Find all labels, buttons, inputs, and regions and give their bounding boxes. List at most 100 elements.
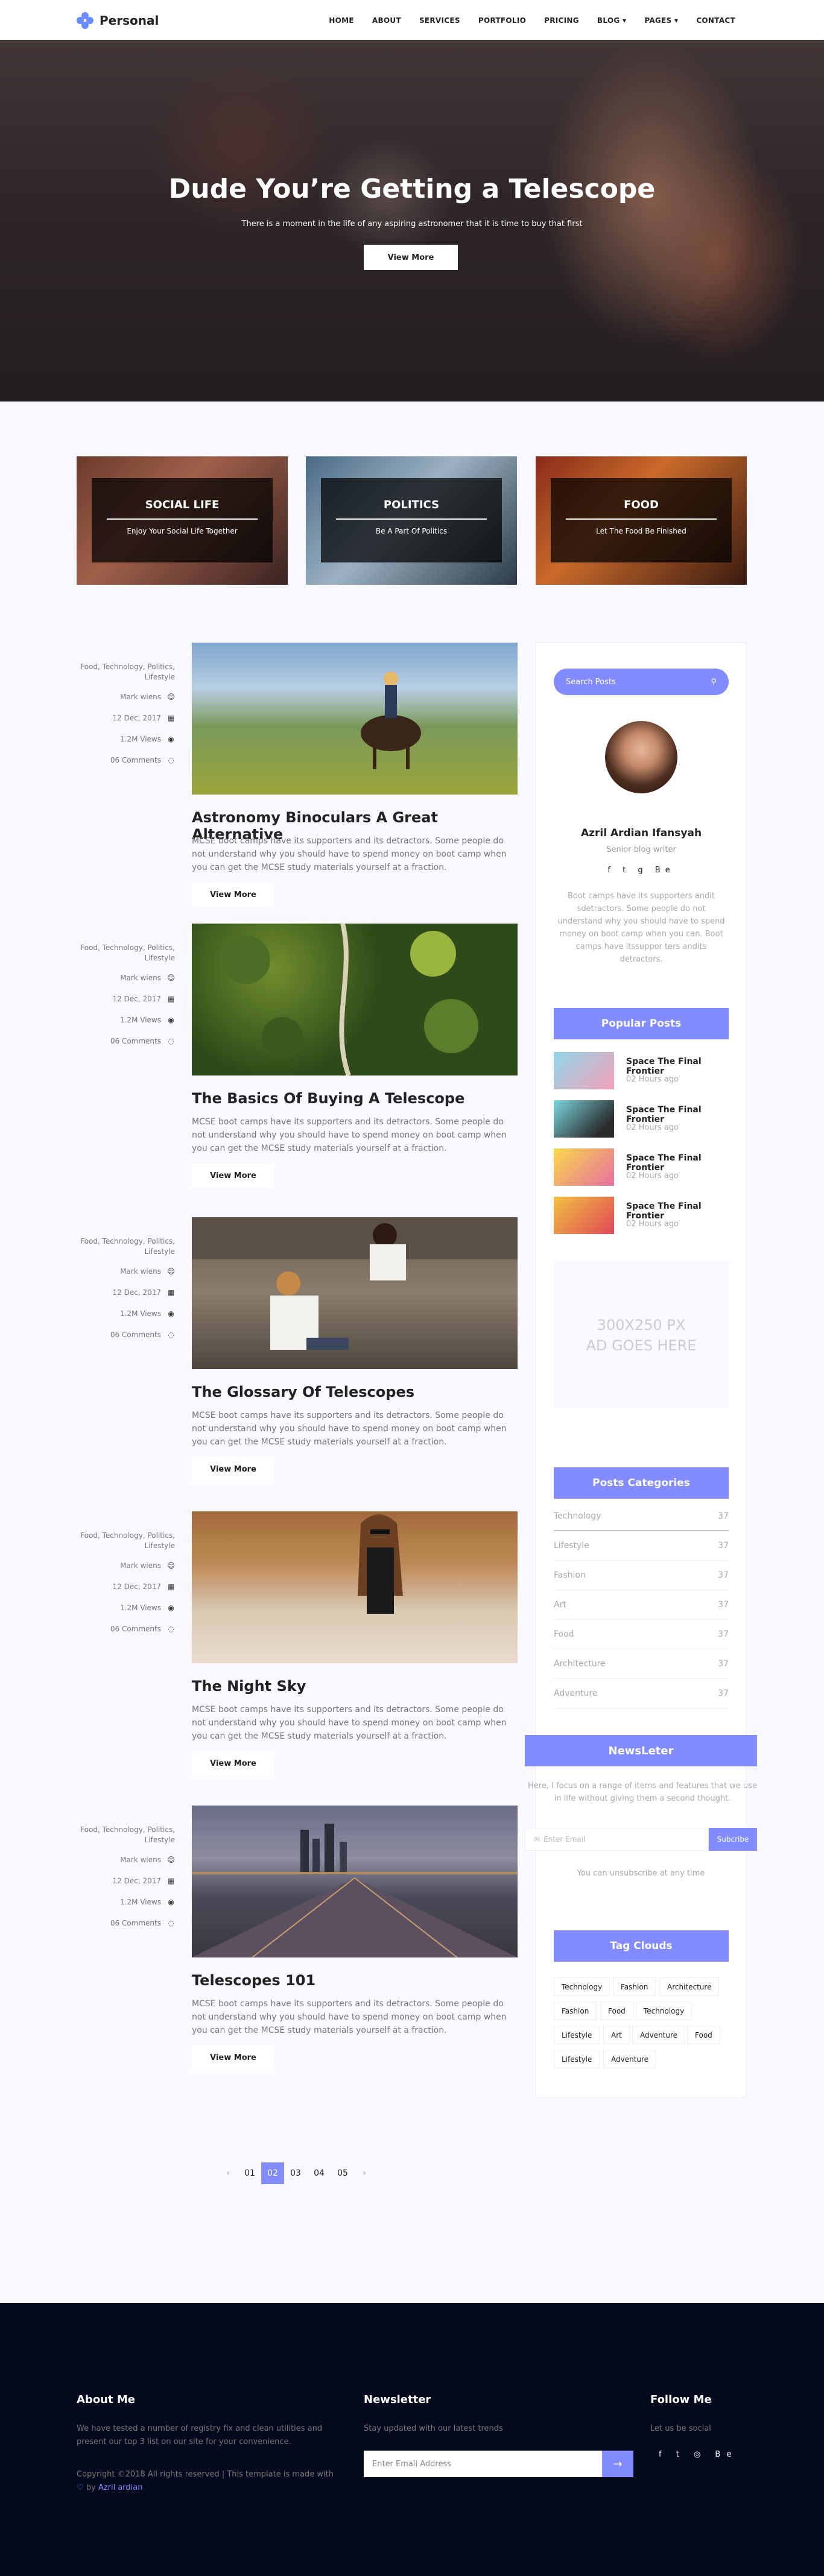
- nav-blog-dropdown[interactable]: BLOG ▾: [597, 16, 626, 25]
- popular-post-item[interactable]: Space The Final Frontier 02 Hours ago: [554, 1197, 729, 1234]
- footer-about-title: About Me: [77, 2393, 135, 2406]
- post-title[interactable]: Telescopes 101: [192, 1972, 315, 1989]
- search-input[interactable]: Search Posts ⚲: [554, 669, 729, 695]
- tag-chip[interactable]: Art: [603, 2026, 630, 2044]
- category-card-social-life[interactable]: SOCIAL LIFE Enjoy Your Social Life Toget…: [77, 456, 288, 585]
- post-author[interactable]: Mark wiens: [120, 1855, 161, 1865]
- category-list-item[interactable]: Architecture 37: [554, 1649, 729, 1679]
- popular-post-item[interactable]: Space The Final Frontier 02 Hours ago: [554, 1052, 729, 1089]
- tag-chip[interactable]: Architecture: [659, 1977, 720, 1996]
- post-image-horse-rider[interactable]: [192, 643, 518, 795]
- post-comments[interactable]: 06 Comments: [110, 1918, 161, 1929]
- pagination-page[interactable]: 05: [332, 2162, 353, 2184]
- pagination-page[interactable]: 04: [309, 2162, 329, 2184]
- category-card-politics[interactable]: POLITICS Be A Part Of Politics: [306, 456, 517, 585]
- post-view-more-button[interactable]: View More: [192, 1457, 274, 1481]
- footer-follow-title: Follow Me: [650, 2393, 712, 2406]
- post-comments[interactable]: 06 Comments: [110, 755, 161, 766]
- post-tags[interactable]: Food, Technology, Politics, Lifestyle: [77, 1531, 175, 1551]
- pagination-next[interactable]: ›: [358, 2162, 370, 2184]
- credit-link[interactable]: Azril ardian: [98, 2483, 143, 2492]
- nav-about[interactable]: ABOUT: [372, 16, 401, 25]
- post-author[interactable]: Mark wiens: [120, 1561, 161, 1571]
- pagination-prev[interactable]: ‹: [222, 2162, 234, 2184]
- popular-post-title[interactable]: Space The Final Frontier: [626, 1201, 729, 1221]
- pagination-page-active[interactable]: 02: [261, 2162, 284, 2184]
- post-tags[interactable]: Food, Technology, Politics, Lifestyle: [77, 1825, 175, 1845]
- category-list-item[interactable]: Food 37: [554, 1620, 729, 1649]
- post-title[interactable]: The Night Sky: [192, 1678, 306, 1695]
- post-author[interactable]: Mark wiens: [120, 1267, 161, 1277]
- tag-chip[interactable]: Lifestyle: [554, 2050, 600, 2068]
- popular-post-title[interactable]: Space The Final Frontier: [626, 1057, 729, 1076]
- category-list-item[interactable]: Art 37: [554, 1590, 729, 1620]
- popular-post-title[interactable]: Space The Final Frontier: [626, 1105, 729, 1124]
- post-view-more-button[interactable]: View More: [192, 1164, 274, 1188]
- tag-chip[interactable]: Technology: [636, 2001, 692, 2020]
- tag-chip[interactable]: Fashion: [554, 2001, 597, 2020]
- post-views: 1.2M Views: [120, 1309, 161, 1318]
- tag-chip[interactable]: Adventure: [632, 2026, 686, 2044]
- post-title[interactable]: The Glossary Of Telescopes: [192, 1384, 414, 1400]
- nav-pages-dropdown[interactable]: PAGES ▾: [644, 16, 678, 25]
- category-divider: [336, 518, 487, 520]
- newsletter-subscribe-button[interactable]: Subcribe: [709, 1828, 757, 1851]
- post-tags[interactable]: Food, Technology, Politics, Lifestyle: [77, 1236, 175, 1257]
- footer-newsletter-text: Stay updated with our latest trends: [364, 2424, 503, 2433]
- pagination-page[interactable]: 01: [239, 2162, 260, 2184]
- category-list-item[interactable]: Lifestyle 37: [554, 1531, 729, 1561]
- tag-chip[interactable]: Fashion: [613, 1977, 656, 1996]
- category-list-item[interactable]: Adventure 37: [554, 1679, 729, 1708]
- popular-post-thumb: [554, 1052, 614, 1089]
- comment-icon: ◌: [168, 756, 174, 764]
- tag-chip[interactable]: Lifestyle: [554, 2026, 600, 2044]
- nav-home[interactable]: HOME: [329, 16, 354, 25]
- post-title[interactable]: The Basics Of Buying A Telescope: [192, 1090, 464, 1107]
- tag-chip[interactable]: Food: [600, 2001, 633, 2020]
- tag-chip[interactable]: Adventure: [603, 2050, 657, 2068]
- calendar-icon: ▦: [167, 714, 175, 722]
- post-tags[interactable]: Food, Technology, Politics, Lifestyle: [77, 662, 175, 682]
- post-image-couple[interactable]: [192, 1217, 518, 1369]
- search-icon[interactable]: ⚲: [711, 678, 717, 687]
- post-image-forest-road[interactable]: [192, 924, 518, 1075]
- author-avatar: [605, 721, 677, 793]
- category-list-item[interactable]: Fashion 37: [554, 1561, 729, 1590]
- post-tags[interactable]: Food, Technology, Politics, Lifestyle: [77, 943, 175, 963]
- category-name: Art: [554, 1600, 566, 1610]
- tag-chip[interactable]: Food: [687, 2026, 720, 2044]
- post-view-more-button[interactable]: View More: [192, 2045, 274, 2070]
- post-image-woman-sunglasses[interactable]: [192, 1511, 518, 1663]
- post-image-city-port[interactable]: [192, 1806, 518, 1957]
- ad-placeholder[interactable]: 300X250 PX AD GOES HERE: [554, 1261, 729, 1408]
- site-logo[interactable]: Personal: [77, 12, 159, 29]
- post-author[interactable]: Mark wiens: [120, 692, 161, 702]
- popular-post-item[interactable]: Space The Final Frontier 02 Hours ago: [554, 1100, 729, 1138]
- footer-newsletter-title: Newsletter: [364, 2393, 431, 2406]
- hero-view-more-button[interactable]: View More: [364, 245, 458, 270]
- nav-portfolio[interactable]: PORTFOLIO: [478, 16, 526, 25]
- popular-post-item[interactable]: Space The Final Frontier 02 Hours ago: [554, 1148, 729, 1186]
- category-list-item[interactable]: Technology 37: [554, 1502, 729, 1531]
- post-comments[interactable]: 06 Comments: [110, 1036, 161, 1047]
- footer-email-input[interactable]: Enter Email Address: [364, 2451, 602, 2477]
- footer-subscribe-arrow-icon[interactable]: →: [602, 2451, 633, 2477]
- popular-post-thumb: [554, 1148, 614, 1186]
- nav-contact[interactable]: CONTACT: [696, 16, 735, 25]
- author-social-icons[interactable]: f t g Be: [536, 866, 747, 875]
- tag-chip[interactable]: Technology: [554, 1977, 610, 1996]
- nav-services[interactable]: SERVICES: [419, 16, 460, 25]
- category-count: 37: [718, 1570, 729, 1580]
- post-comments[interactable]: 06 Comments: [110, 1330, 161, 1340]
- post-excerpt: MCSE boot camps have its supporters and …: [192, 1117, 507, 1153]
- category-card-food[interactable]: FOOD Let The Food Be Finished: [536, 456, 747, 585]
- post-author[interactable]: Mark wiens: [120, 973, 161, 983]
- footer-social-icons[interactable]: f t ◎ Be: [659, 2450, 737, 2459]
- newsletter-email-input[interactable]: ✉ Enter Email: [525, 1828, 709, 1851]
- post-view-more-button[interactable]: View More: [192, 883, 274, 907]
- nav-pricing[interactable]: PRICING: [544, 16, 579, 25]
- popular-post-title[interactable]: Space The Final Frontier: [626, 1153, 729, 1173]
- post-comments[interactable]: 06 Comments: [110, 1624, 161, 1634]
- pagination-page[interactable]: 03: [285, 2162, 306, 2184]
- post-view-more-button[interactable]: View More: [192, 1751, 274, 1775]
